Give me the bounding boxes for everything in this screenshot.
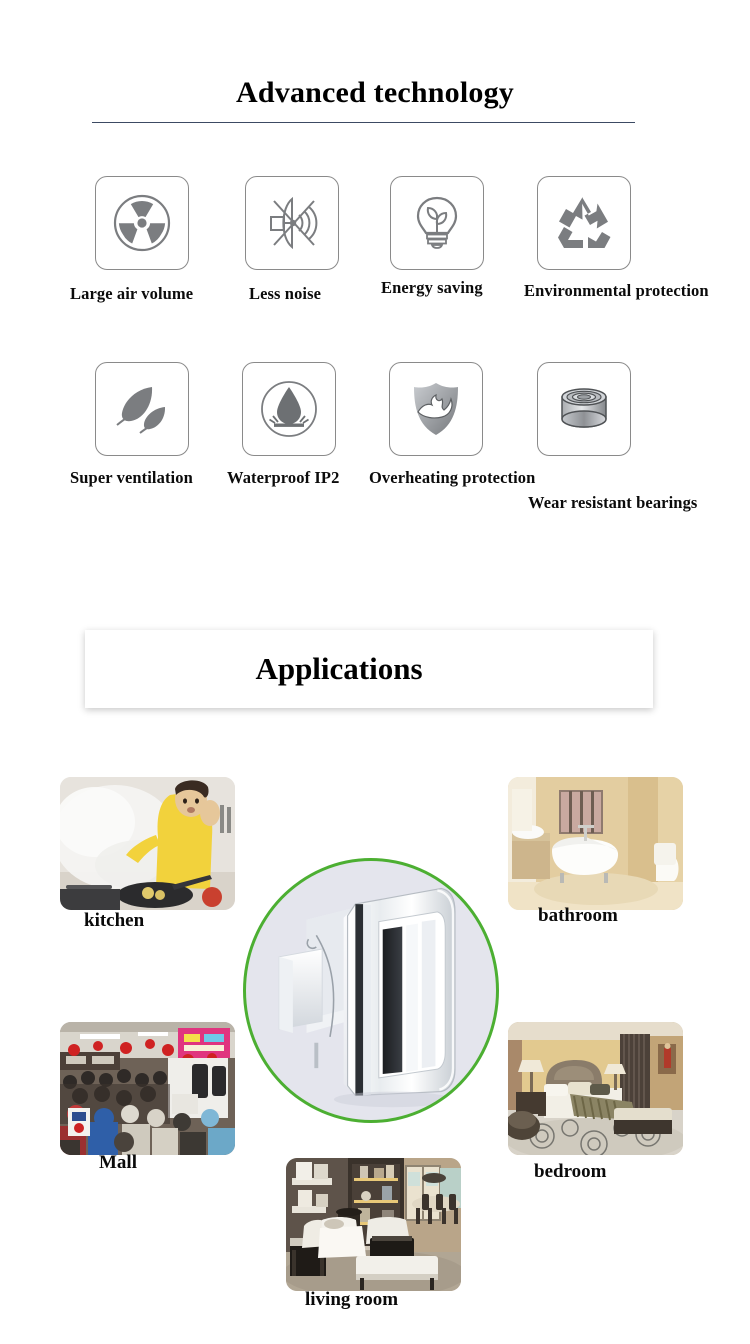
application-label-kitchen: kitchen bbox=[84, 910, 145, 931]
fan-blade-icon bbox=[110, 191, 174, 255]
applications-banner: Applications bbox=[85, 630, 653, 708]
application-label-mall: Mall bbox=[99, 1152, 137, 1173]
feature-label-overheating-protection: Overheating protection bbox=[369, 468, 536, 487]
application-label-bathroom: bathroom bbox=[538, 905, 618, 926]
mall-photo bbox=[60, 1022, 235, 1155]
feature-icon-box-waterproof bbox=[242, 362, 336, 456]
title-divider bbox=[92, 122, 635, 123]
bathroom-photo bbox=[508, 777, 683, 910]
water-drop-icon bbox=[257, 377, 321, 441]
feature-label-large-air-volume: Large air volume bbox=[70, 284, 194, 303]
feature-label-energy-saving: Energy saving bbox=[381, 278, 483, 297]
bedroom-photo bbox=[508, 1022, 683, 1155]
kitchen-photo bbox=[60, 777, 235, 910]
lightbulb-leaf-icon bbox=[405, 191, 469, 255]
page-title-advanced-technology: Advanced technology bbox=[236, 76, 514, 109]
shield-flame-icon bbox=[404, 377, 468, 441]
feature-icon-box-overheating-protection bbox=[389, 362, 483, 456]
feature-label-environmental-protection: Environmental protection bbox=[524, 281, 709, 300]
feature-icon-box-less-noise bbox=[245, 176, 339, 270]
feature-icon-box-super-ventilation bbox=[95, 362, 189, 456]
feature-icon-box-large-air-volume bbox=[95, 176, 189, 270]
application-label-bedroom: bedroom bbox=[534, 1161, 607, 1182]
bearing-icon bbox=[552, 377, 616, 441]
feature-label-waterproof: Waterproof IP2 bbox=[227, 468, 340, 487]
applications-title: Applications bbox=[255, 651, 423, 686]
living-room-photo bbox=[286, 1158, 461, 1291]
feature-icon-box-wear-resistant-bearings bbox=[537, 362, 631, 456]
feature-icon-box-energy-saving bbox=[390, 176, 484, 270]
feature-label-less-noise: Less noise bbox=[249, 284, 322, 303]
application-label-living-room: living room bbox=[305, 1289, 399, 1310]
feature-label-wear-resistant-bearings: Wear resistant bearings bbox=[528, 493, 698, 512]
feature-label-super-ventilation: Super ventilation bbox=[70, 468, 193, 487]
muted-speaker-icon bbox=[260, 191, 324, 255]
two-leaves-icon bbox=[110, 377, 174, 441]
recycle-icon bbox=[552, 191, 616, 255]
product-image-circle bbox=[243, 858, 499, 1123]
feature-icon-box-environmental-protection bbox=[537, 176, 631, 270]
product-detail-page: Advanced technology Large air volume Les… bbox=[0, 0, 750, 1344]
